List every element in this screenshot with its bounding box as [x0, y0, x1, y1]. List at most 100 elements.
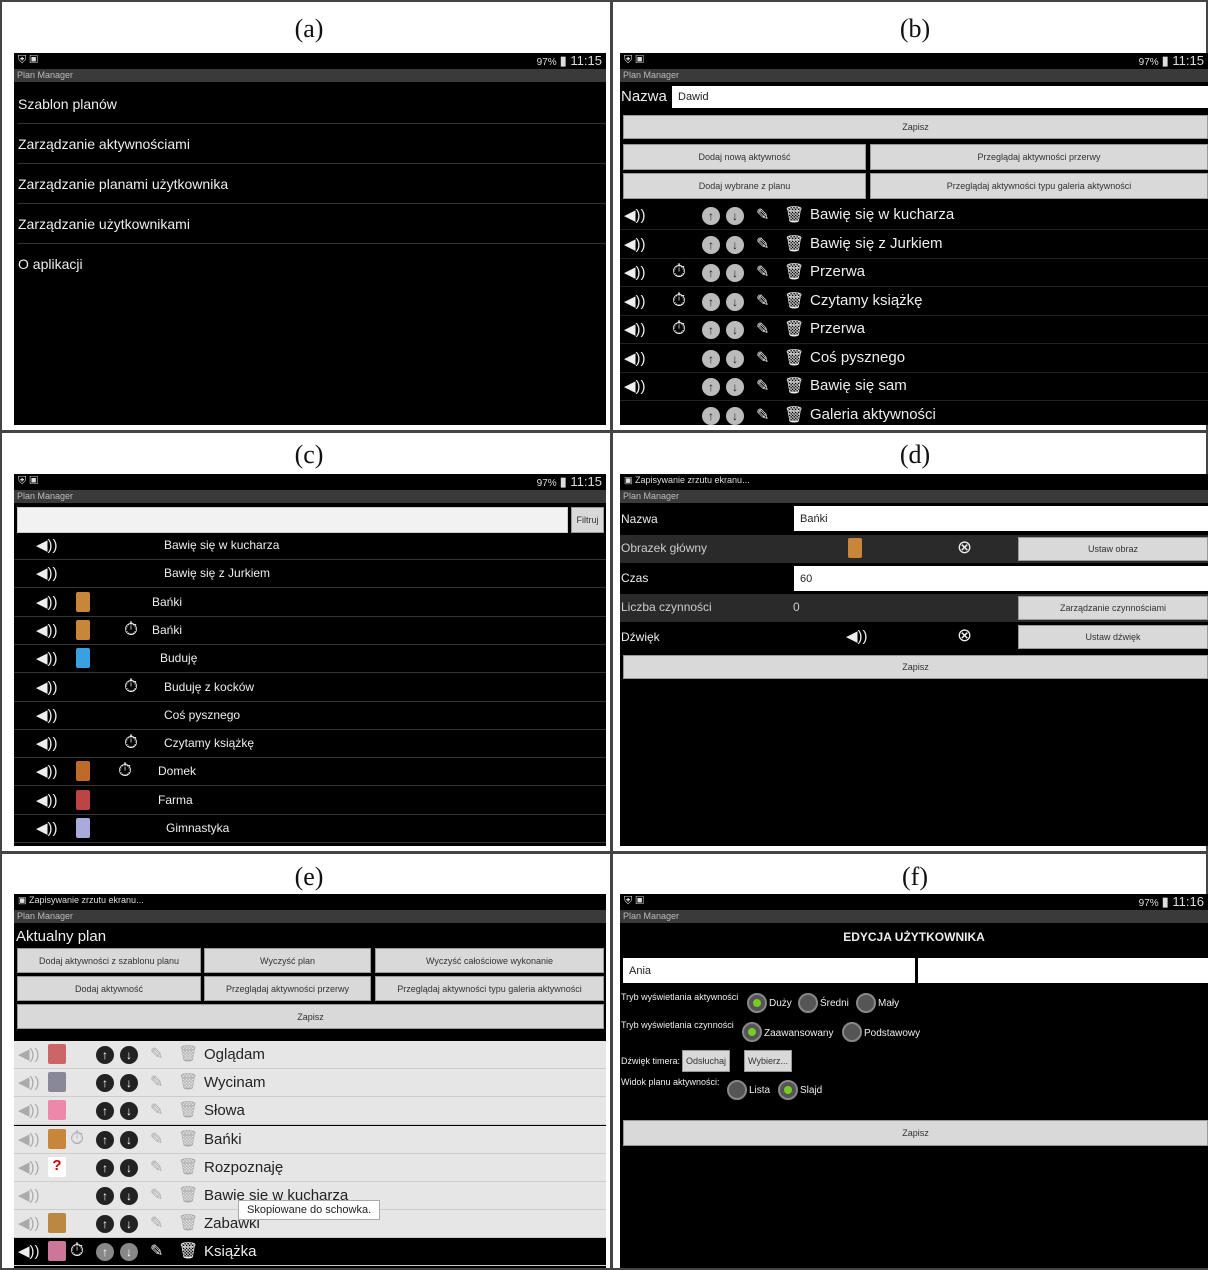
move-down-icon[interactable]: ↓	[726, 235, 744, 254]
plan-row[interactable]: ◀)) ↑ ↓ ✎ 🗑 Słowa	[14, 1097, 606, 1126]
plan-row[interactable]: ◀)) ⏱ ↑ ↓ ✎ 🗑 Książka	[14, 1238, 606, 1267]
set-sound-button[interactable]: Ustaw dźwięk	[1018, 625, 1208, 649]
move-down-icon[interactable]: ↓	[726, 406, 744, 425]
speaker-icon[interactable]: ◀))	[36, 621, 58, 639]
radio-small[interactable]	[856, 993, 876, 1013]
delete-icon[interactable]: 🗑	[178, 1213, 198, 1233]
move-down-icon[interactable]: ↓	[120, 1074, 138, 1093]
speaker-icon[interactable]: ◀))	[846, 627, 868, 645]
filter-input[interactable]	[17, 507, 568, 533]
radio-big[interactable]	[747, 993, 767, 1013]
move-up-icon[interactable]: ↑	[702, 207, 720, 225]
move-up-icon[interactable]: ↑	[702, 235, 720, 254]
manage-steps-button[interactable]: Zarządzanie czynnościami	[1018, 596, 1208, 620]
edit-icon[interactable]: ✎	[150, 1129, 163, 1149]
delete-icon[interactable]: 🗑	[178, 1072, 198, 1092]
save-button[interactable]: Zapisz	[623, 1120, 1208, 1146]
activity-row[interactable]: ◀)) ↑ ↓ ✎ 🗑 Bawię się sam	[620, 373, 1208, 401]
edit-icon[interactable]: ✎	[150, 1044, 163, 1064]
menu-item-about[interactable]: O aplikacji	[18, 244, 606, 284]
clear-completion-button[interactable]: Wyczyść całościowe wykonanie	[375, 948, 604, 973]
speaker-icon[interactable]: ◀))	[18, 1130, 40, 1148]
move-up-icon[interactable]: ↑	[702, 378, 720, 396]
move-down-icon[interactable]: ↓	[726, 292, 744, 311]
radio-advanced[interactable]	[742, 1022, 762, 1042]
plan-row[interactable]: ◀)) ↑ ↓ ✎ 🗑 Oglądam	[14, 1041, 606, 1069]
save-button[interactable]: Zapisz	[623, 655, 1208, 679]
speaker-icon[interactable]: ◀))	[624, 263, 646, 281]
edit-icon[interactable]: ✎	[150, 1241, 163, 1261]
list-item[interactable]: ◀)) Bawię się z Jurkiem	[14, 560, 606, 589]
move-up-icon[interactable]: ↑	[702, 321, 720, 339]
menu-item-user-plans[interactable]: Zarządzanie planami użytkownika	[18, 164, 606, 204]
speaker-icon[interactable]: ◀))	[36, 791, 58, 809]
browse-break-button[interactable]: Przeglądaj aktywności przerwy	[204, 976, 371, 1001]
speaker-icon[interactable]: ◀))	[36, 564, 58, 582]
move-up-icon[interactable]: ↑	[96, 1130, 114, 1149]
radio-list[interactable]	[727, 1080, 747, 1100]
move-up-icon[interactable]: ↑	[702, 264, 720, 282]
edit-icon[interactable]: ✎	[756, 291, 769, 311]
speaker-icon[interactable]: ◀))	[36, 734, 58, 752]
radio-slide[interactable]	[778, 1080, 798, 1100]
delete-icon[interactable]: 🗑	[178, 1044, 198, 1064]
activity-row[interactable]: ◀)) ↑ ↓ ✎ 🗑 Bawię się z Jurkiem	[620, 231, 1208, 259]
move-up-icon[interactable]: ↑	[96, 1187, 114, 1205]
delete-icon[interactable]: 🗑	[784, 319, 804, 339]
activity-row[interactable]: ◀)) ⏱ ↑ ↓ ✎ 🗑 Przerwa	[620, 316, 1208, 344]
move-up-icon[interactable]: ↑	[702, 292, 720, 311]
speaker-icon[interactable]: ◀))	[624, 292, 646, 310]
list-item[interactable]: ◀)) ⏱ Domek	[14, 758, 606, 787]
delete-icon[interactable]: 🗑	[178, 1157, 198, 1177]
add-new-activity-button[interactable]: Dodaj nową aktywność	[623, 144, 866, 170]
move-up-icon[interactable]: ↑	[96, 1074, 114, 1093]
delete-icon[interactable]: 🗑	[178, 1241, 198, 1261]
speaker-icon[interactable]: ◀))	[18, 1045, 40, 1063]
activity-row[interactable]: ↑ ↓ ✎ 🗑 Galeria aktywności	[620, 402, 1208, 426]
speaker-icon[interactable]: ◀))	[624, 206, 646, 224]
speaker-icon[interactable]: ◀))	[18, 1158, 40, 1176]
delete-icon[interactable]: 🗑	[784, 348, 804, 368]
delete-icon[interactable]: 🗑	[178, 1129, 198, 1149]
speaker-icon[interactable]: ◀))	[36, 678, 58, 696]
edit-icon[interactable]: ✎	[150, 1157, 163, 1177]
add-selected-button[interactable]: Dodaj wybrane z planu	[623, 173, 866, 199]
edit-icon[interactable]: ✎	[150, 1100, 163, 1120]
delete-icon[interactable]: 🗑	[784, 262, 804, 282]
list-item[interactable]: ◀)) ⏱ Bańki	[14, 617, 606, 645]
add-from-template-button[interactable]: Dodaj aktywności z szablonu planu	[17, 948, 201, 973]
speaker-icon[interactable]: ◀))	[36, 706, 58, 724]
speaker-icon[interactable]: ◀))	[624, 377, 646, 395]
delete-icon[interactable]: 🗑	[784, 291, 804, 311]
list-item[interactable]: ◀)) Gimnastyka	[14, 815, 606, 843]
list-item[interactable]: ◀)) Bawię się w kucharza	[14, 532, 606, 560]
speaker-icon[interactable]: ◀))	[36, 819, 58, 837]
move-up-icon[interactable]: ↑	[702, 406, 720, 425]
move-down-icon[interactable]: ↓	[726, 207, 744, 225]
activity-row[interactable]: ◀)) ⏱ ↑ ↓ ✎ 🗑 Czytamy książkę	[620, 288, 1208, 316]
delete-icon[interactable]: 🗑	[784, 234, 804, 254]
delete-icon[interactable]: 🗑	[784, 405, 804, 425]
delete-icon[interactable]: 🗑	[178, 1100, 198, 1120]
move-down-icon[interactable]: ↓	[120, 1158, 138, 1177]
menu-item-templates[interactable]: Szablon planów	[18, 84, 606, 124]
clear-image-icon[interactable]: ⊗	[957, 537, 972, 558]
name-input[interactable]: Dawid	[672, 86, 1208, 108]
delete-icon[interactable]: 🗑	[784, 205, 804, 225]
speaker-icon[interactable]: ◀))	[624, 320, 646, 338]
list-item[interactable]: ◀)) Coś pysznego	[14, 702, 606, 730]
speaker-icon[interactable]: ◀))	[36, 593, 58, 611]
clear-plan-button[interactable]: Wyczyść plan	[204, 948, 371, 973]
speaker-icon[interactable]: ◀))	[36, 649, 58, 667]
speaker-icon[interactable]: ◀))	[624, 235, 646, 253]
save-button[interactable]: Zapisz	[17, 1004, 604, 1029]
speaker-icon[interactable]: ◀))	[36, 536, 58, 554]
edit-icon[interactable]: ✎	[756, 348, 769, 368]
edit-icon[interactable]: ✎	[756, 319, 769, 339]
menu-item-activities[interactable]: Zarządzanie aktywnościami	[18, 124, 606, 164]
move-down-icon[interactable]: ↓	[120, 1046, 138, 1064]
edit-icon[interactable]: ✎	[756, 234, 769, 254]
edit-icon[interactable]: ✎	[150, 1072, 163, 1092]
speaker-icon[interactable]: ◀))	[18, 1242, 40, 1260]
move-up-icon[interactable]: ↑	[96, 1215, 114, 1234]
